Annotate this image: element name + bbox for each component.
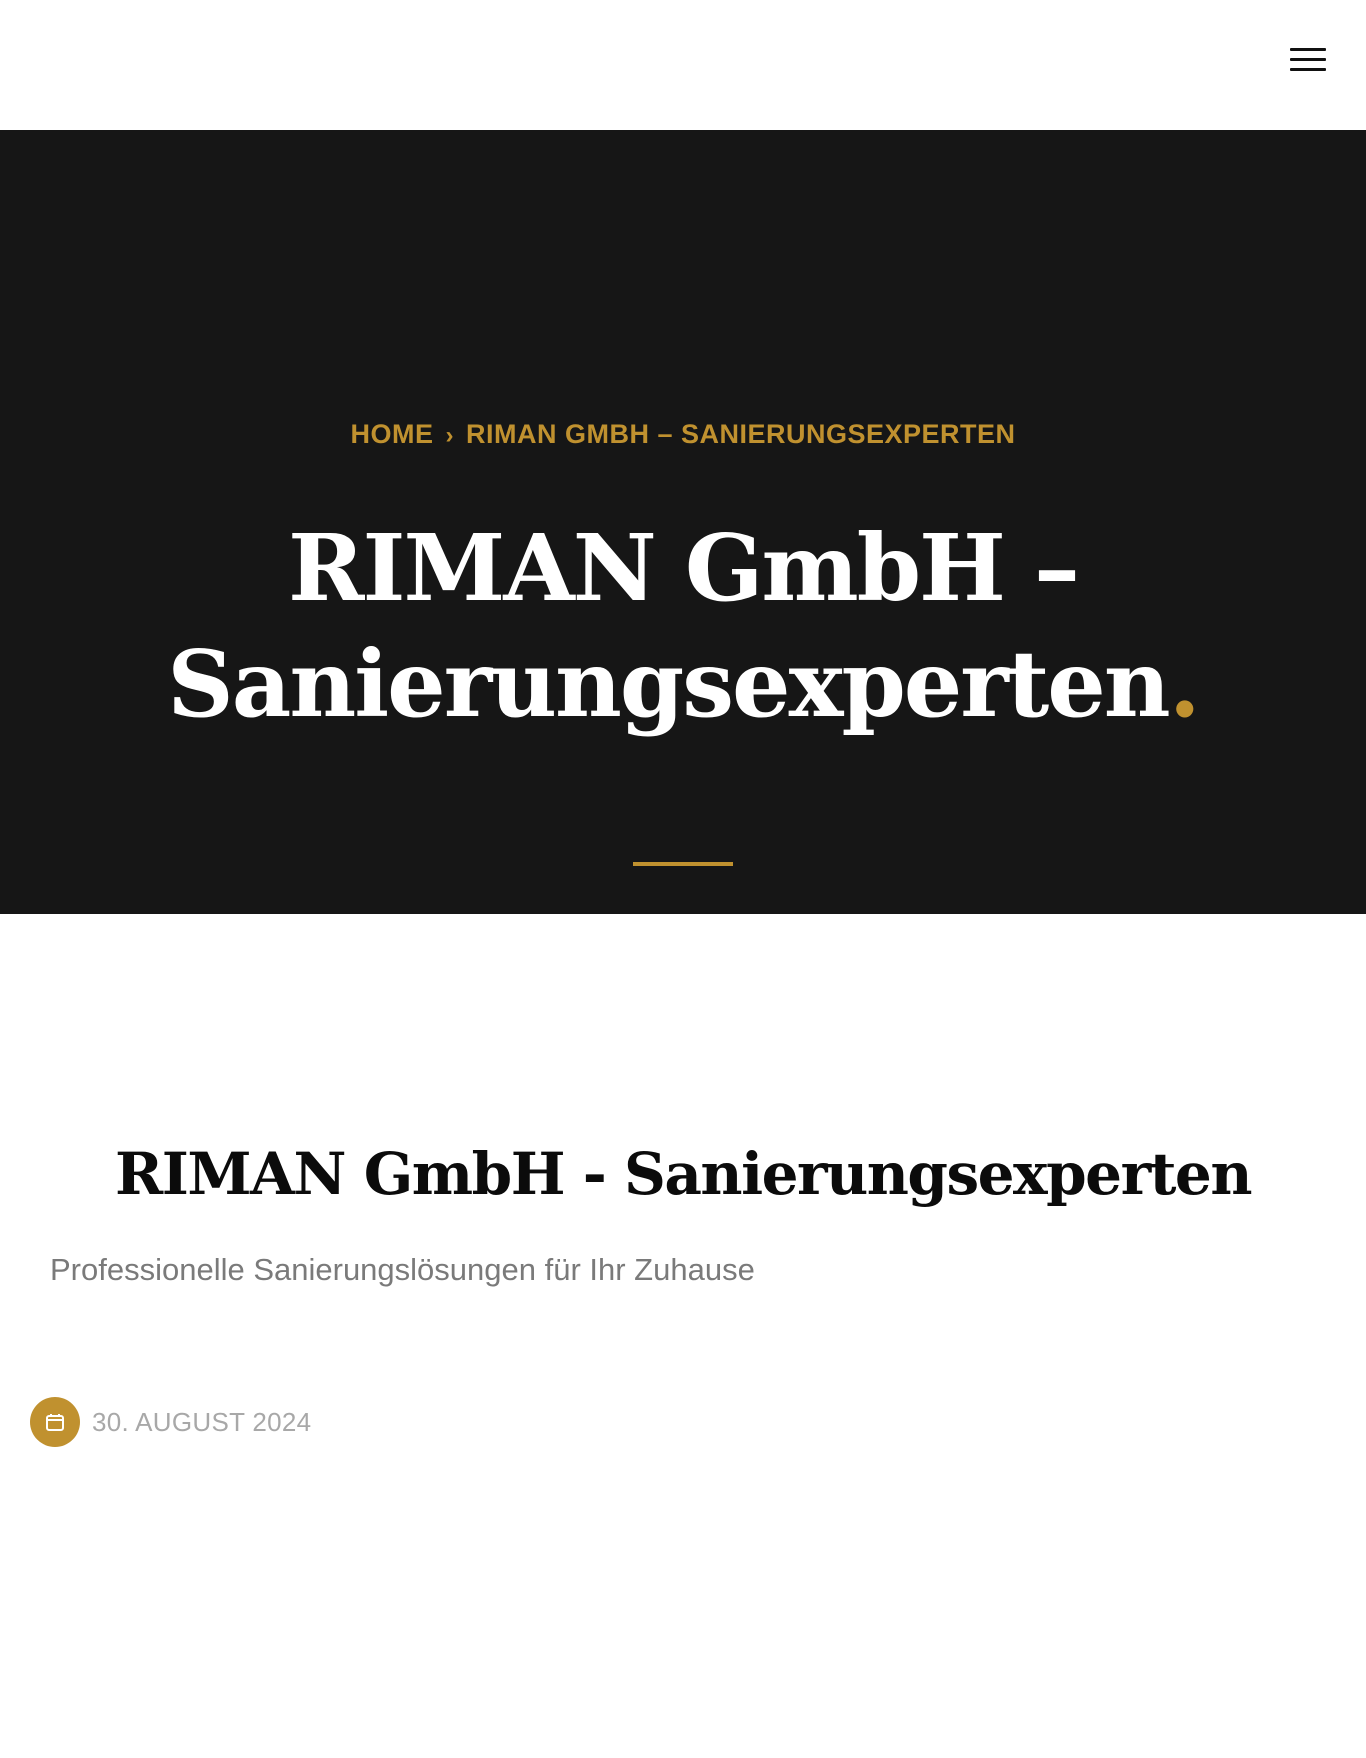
site-header (0, 0, 1366, 130)
breadcrumb-home-link[interactable]: HOME (350, 419, 433, 449)
page-title: RIMAN GmbH – Sanierungsexperten. (100, 510, 1266, 742)
post-subtitle: Professionelle Sanierungslösungen für Ih… (50, 1252, 755, 1287)
post-title: RIMAN GmbH - Sanierungsexperten (115, 1140, 1253, 1208)
breadcrumb-current: RIMAN GMBH – SANIERUNGSEXPERTEN (465, 419, 1016, 449)
hero-divider (633, 862, 733, 866)
hamburger-menu-button[interactable] (1280, 40, 1336, 80)
post-date-meta: 30. AUGUST 2024 (30, 1396, 311, 1448)
menu-line (1290, 58, 1326, 61)
menu-line (1290, 48, 1326, 51)
breadcrumb: HOME › RIMAN GMBH – SANIERUNGSEXPERTEN (0, 414, 1366, 456)
breadcrumb-separator: › (445, 422, 454, 449)
page-title-line2: Sanierungsexperten (167, 630, 1170, 738)
page-hero: HOME › RIMAN GMBH – SANIERUNGSEXPERTEN RIM… (0, 130, 1366, 914)
calendar-icon (30, 1397, 80, 1447)
menu-line (1290, 68, 1326, 71)
page-title-accent-dot: . (1168, 630, 1201, 738)
post-date: 30. AUGUST 2024 (92, 1406, 312, 1437)
page-title-line1: RIMAN GmbH – (287, 514, 1080, 622)
